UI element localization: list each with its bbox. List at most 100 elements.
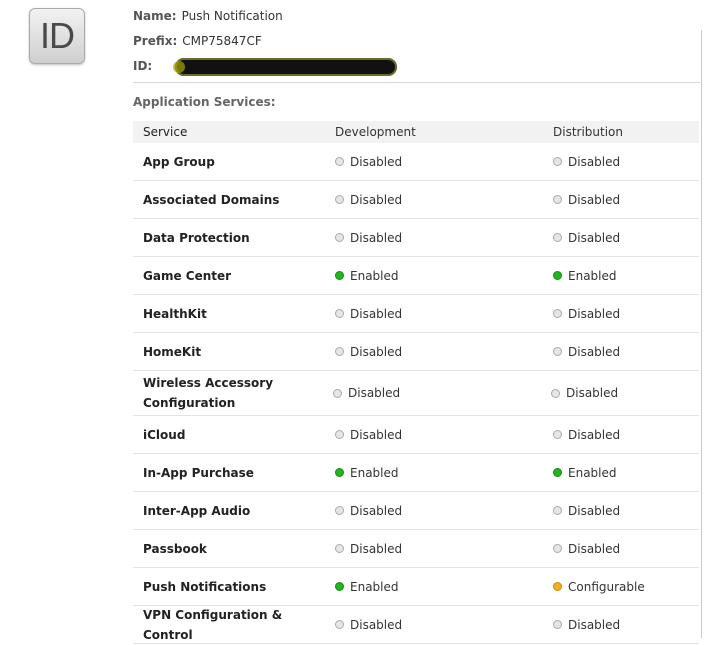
development-status: Enabled <box>325 269 543 283</box>
right-border <box>701 30 702 638</box>
status-dot-icon <box>335 430 344 439</box>
table-row: HealthKit Disabled Disabled <box>133 295 699 333</box>
status-label: Disabled <box>568 617 621 632</box>
status-label: Enabled <box>350 579 399 594</box>
development-status: Disabled <box>325 504 543 518</box>
distribution-status: Disabled <box>543 155 699 169</box>
prefix-label: Prefix: <box>133 34 178 48</box>
status-dot-icon <box>335 468 344 477</box>
status-label: Disabled <box>350 154 403 169</box>
status-label: Disabled <box>568 427 621 442</box>
status-dot-icon <box>553 430 562 439</box>
distribution-status: Disabled <box>543 542 699 556</box>
name-label: Name: <box>133 9 177 23</box>
status-dot-icon <box>335 347 344 356</box>
services-table: Service Development Distribution App Gro… <box>133 121 699 644</box>
table-row: Passbook Disabled Disabled <box>133 530 699 568</box>
service-name: Push Notifications <box>143 579 267 594</box>
status-dot-icon <box>335 620 344 629</box>
status-dot-icon <box>333 388 342 398</box>
distribution-status: Enabled <box>543 269 699 283</box>
meta-id-row: ID: <box>133 59 152 73</box>
distribution-status: Configurable <box>543 580 699 594</box>
status-label: Disabled <box>350 541 403 556</box>
status-label: Enabled <box>350 465 399 480</box>
development-status: Disabled <box>325 618 543 632</box>
status-label: Disabled <box>350 192 403 207</box>
redacted-id-value <box>173 58 397 76</box>
table-header: Service Development Distribution <box>133 121 699 143</box>
table-row: Associated Domains Disabled Disabled <box>133 181 699 219</box>
status-label: Disabled <box>568 344 621 359</box>
table-row: In-App Purchase Enabled Enabled <box>133 454 699 492</box>
table-row: iCloud Disabled Disabled <box>133 416 699 454</box>
development-status: Disabled <box>325 155 543 169</box>
development-status: Disabled <box>325 193 543 207</box>
status-dot-icon <box>553 468 562 477</box>
app-id-icon: ID <box>29 8 85 64</box>
id-label: ID: <box>133 59 153 73</box>
status-label: Disabled <box>568 306 621 321</box>
table-row: App Group Disabled Disabled <box>133 143 699 181</box>
status-dot-icon <box>553 506 562 515</box>
service-name: Passbook <box>143 541 207 556</box>
status-dot-icon <box>553 157 562 166</box>
table-row: Game Center Enabled Enabled <box>133 257 699 295</box>
status-dot-icon <box>553 271 562 280</box>
status-dot-icon <box>553 233 562 242</box>
distribution-status: Disabled <box>541 386 699 400</box>
meta-prefix-row: Prefix: CMP75847CF <box>133 34 262 48</box>
status-label: Disabled <box>568 230 621 245</box>
status-dot-icon <box>335 506 344 515</box>
status-dot-icon <box>335 309 344 318</box>
table-row: HomeKit Disabled Disabled <box>133 333 699 371</box>
status-label: Disabled <box>350 503 403 518</box>
service-name: Associated Domains <box>143 192 280 207</box>
status-label: Disabled <box>566 386 619 400</box>
development-status: Disabled <box>325 307 543 321</box>
header-development: Development <box>335 125 416 139</box>
status-label: Disabled <box>350 344 403 359</box>
development-status: Disabled <box>323 386 541 400</box>
service-name: Inter-App Audio <box>143 503 251 518</box>
development-status: Disabled <box>325 345 543 359</box>
development-status: Enabled <box>325 466 543 480</box>
table-row: VPN Configuration & Control Disabled Disab… <box>133 606 699 644</box>
status-label: Disabled <box>350 617 403 632</box>
table-row: Inter-App Audio Disabled Disabled <box>133 492 699 530</box>
development-status: Disabled <box>325 542 543 556</box>
distribution-status: Enabled <box>543 466 699 480</box>
status-dot-icon <box>335 271 344 280</box>
name-value: Push Notification <box>181 9 283 23</box>
status-label: Disabled <box>350 230 403 245</box>
service-name: VPN Configuration & Control <box>143 607 283 642</box>
status-dot-icon <box>553 620 562 629</box>
table-row: Data Protection Disabled Disabled <box>133 219 699 257</box>
status-label: Disabled <box>568 503 621 518</box>
meta-name-row: Name: Push Notification <box>133 9 283 23</box>
distribution-status: Disabled <box>543 193 699 207</box>
prefix-value: CMP75847CF <box>182 34 262 48</box>
service-name: Game Center <box>143 268 232 283</box>
status-label: Disabled <box>348 386 401 400</box>
service-name: In-App Purchase <box>143 465 254 480</box>
development-status: Disabled <box>325 231 543 245</box>
status-label: Disabled <box>568 154 621 169</box>
divider <box>133 82 700 83</box>
distribution-status: Disabled <box>543 307 699 321</box>
development-status: Disabled <box>325 428 543 442</box>
status-label: Disabled <box>350 306 403 321</box>
section-title: Application Services: <box>133 95 276 109</box>
service-name: Wireless Accessory Configuration <box>143 376 274 410</box>
service-name: HomeKit <box>143 344 202 359</box>
status-label: Enabled <box>350 268 399 283</box>
distribution-status: Disabled <box>543 345 699 359</box>
distribution-status: Disabled <box>543 504 699 518</box>
service-name: App Group <box>143 154 215 169</box>
table-row: Wireless Accessory Configuration Disabled… <box>133 371 699 416</box>
distribution-status: Disabled <box>543 618 699 632</box>
table-row: Push Notifications Enabled Configurable <box>133 568 699 606</box>
status-dot-icon <box>553 582 562 591</box>
status-dot-icon <box>335 157 344 166</box>
status-label: Disabled <box>568 192 621 207</box>
